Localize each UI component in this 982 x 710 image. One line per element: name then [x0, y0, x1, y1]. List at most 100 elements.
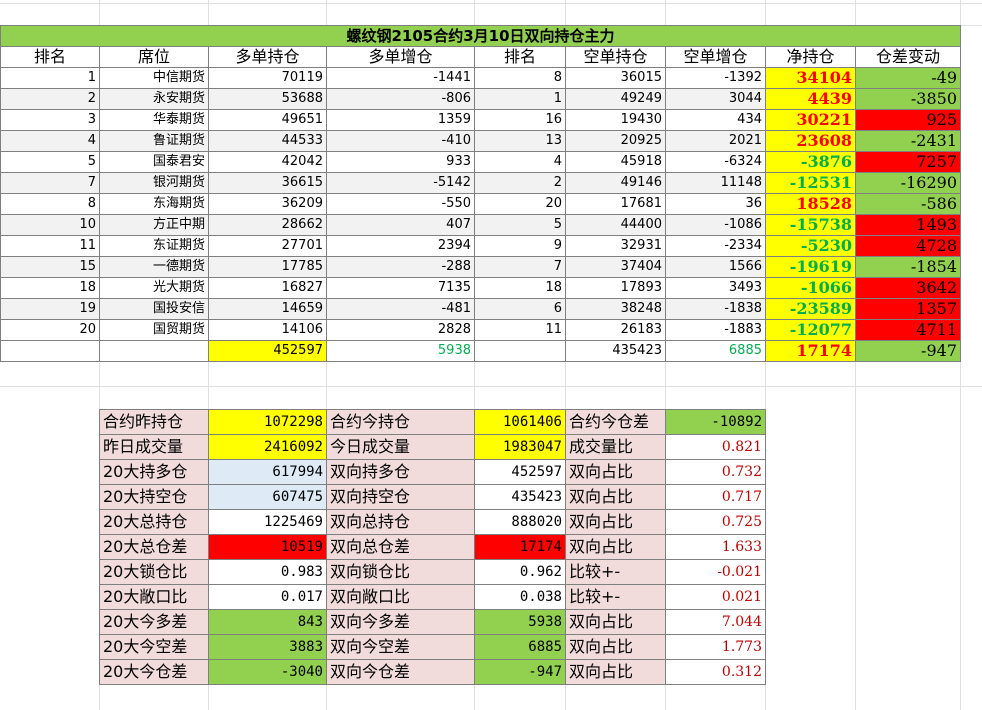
summary-label[interactable]: 双向敞口比: [326, 584, 475, 610]
broker-cell[interactable]: 方正中期: [99, 214, 209, 236]
short-rank-cell[interactable]: 4: [474, 151, 566, 173]
rank-cell[interactable]: 10: [0, 214, 100, 236]
summary-value[interactable]: 0.038: [474, 584, 566, 610]
short-cell[interactable]: 19430: [565, 109, 666, 131]
oi-change-cell[interactable]: -1854: [855, 256, 961, 278]
summary-label[interactable]: 双向今空差: [326, 634, 475, 660]
totals-long[interactable]: 452597: [208, 340, 327, 362]
short-cell[interactable]: 17893: [565, 277, 666, 299]
summary-value[interactable]: 5938: [474, 609, 566, 635]
rank-cell[interactable]: 7: [0, 172, 100, 194]
net-cell[interactable]: -3876: [765, 151, 856, 173]
net-cell[interactable]: -5230: [765, 235, 856, 257]
summary-value[interactable]: 0.821: [665, 434, 766, 460]
totals-empty-3[interactable]: [474, 340, 566, 362]
short-cell[interactable]: 49249: [565, 88, 666, 110]
short-cell[interactable]: 36015: [565, 67, 666, 89]
summary-label[interactable]: 合约今仓差: [565, 409, 666, 435]
summary-value[interactable]: 0.983: [208, 559, 327, 585]
oi-change-cell[interactable]: 925: [855, 109, 961, 131]
oi-change-cell[interactable]: 1493: [855, 214, 961, 236]
long-change-cell[interactable]: -481: [326, 298, 475, 320]
summary-label[interactable]: 20大今空差: [99, 634, 209, 660]
broker-cell[interactable]: 国投安信: [99, 298, 209, 320]
rank-cell[interactable]: 19: [0, 298, 100, 320]
long-cell[interactable]: 53688: [208, 88, 327, 110]
net-cell[interactable]: -19619: [765, 256, 856, 278]
summary-label[interactable]: 双向占比: [565, 459, 666, 485]
summary-label[interactable]: 双向占比: [565, 534, 666, 560]
long-change-cell[interactable]: -550: [326, 193, 475, 215]
header-long-change[interactable]: 多单增仓: [326, 46, 475, 68]
summary-value[interactable]: 0.017: [208, 584, 327, 610]
rank-cell[interactable]: 1: [0, 67, 100, 89]
summary-label[interactable]: 双向锁仓比: [326, 559, 475, 585]
long-change-cell[interactable]: 407: [326, 214, 475, 236]
header-short-change[interactable]: 空单增仓: [665, 46, 766, 68]
short-cell[interactable]: 49146: [565, 172, 666, 194]
header-net[interactable]: 净持仓: [765, 46, 856, 68]
short-cell[interactable]: 44400: [565, 214, 666, 236]
long-cell[interactable]: 70119: [208, 67, 327, 89]
oi-change-cell[interactable]: -2431: [855, 130, 961, 152]
net-cell[interactable]: 34104: [765, 67, 856, 89]
summary-value[interactable]: 617994: [208, 459, 327, 485]
summary-label[interactable]: 合约今持仓: [326, 409, 475, 435]
summary-value[interactable]: 2416092: [208, 434, 327, 460]
broker-cell[interactable]: 国泰君安: [99, 151, 209, 173]
summary-value[interactable]: 17174: [474, 534, 566, 560]
short-cell[interactable]: 38248: [565, 298, 666, 320]
totals-net[interactable]: 17174: [765, 340, 856, 362]
short-change-cell[interactable]: 1566: [665, 256, 766, 278]
short-cell[interactable]: 37404: [565, 256, 666, 278]
header-short[interactable]: 空单持仓: [565, 46, 666, 68]
short-rank-cell[interactable]: 11: [474, 319, 566, 341]
long-change-cell[interactable]: -1441: [326, 67, 475, 89]
summary-value[interactable]: 435423: [474, 484, 566, 510]
summary-label[interactable]: 双向总持仓: [326, 509, 475, 535]
long-cell[interactable]: 44533: [208, 130, 327, 152]
summary-value[interactable]: 0.717: [665, 484, 766, 510]
oi-change-cell[interactable]: 4711: [855, 319, 961, 341]
summary-label[interactable]: 20大持空仓: [99, 484, 209, 510]
short-rank-cell[interactable]: 20: [474, 193, 566, 215]
long-cell[interactable]: 28662: [208, 214, 327, 236]
broker-cell[interactable]: 一德期货: [99, 256, 209, 278]
summary-label[interactable]: 20大敞口比: [99, 584, 209, 610]
short-change-cell[interactable]: 2021: [665, 130, 766, 152]
net-cell[interactable]: -12531: [765, 172, 856, 194]
summary-label[interactable]: 比较+-: [565, 559, 666, 585]
summary-value[interactable]: 10519: [208, 534, 327, 560]
short-rank-cell[interactable]: 18: [474, 277, 566, 299]
broker-cell[interactable]: 永安期货: [99, 88, 209, 110]
summary-value[interactable]: 0.725: [665, 509, 766, 535]
summary-value[interactable]: 1.773: [665, 634, 766, 660]
net-cell[interactable]: -23589: [765, 298, 856, 320]
summary-label[interactable]: 合约昨持仓: [99, 409, 209, 435]
long-cell[interactable]: 14659: [208, 298, 327, 320]
summary-label[interactable]: 双向持多仓: [326, 459, 475, 485]
short-rank-cell[interactable]: 2: [474, 172, 566, 194]
short-change-cell[interactable]: 3044: [665, 88, 766, 110]
broker-cell[interactable]: 东海期货: [99, 193, 209, 215]
oi-change-cell[interactable]: -49: [855, 67, 961, 89]
broker-cell[interactable]: 华泰期货: [99, 109, 209, 131]
short-cell[interactable]: 20925: [565, 130, 666, 152]
summary-label[interactable]: 20大锁仓比: [99, 559, 209, 585]
summary-label[interactable]: 双向占比: [565, 634, 666, 660]
summary-value[interactable]: 3883: [208, 634, 327, 660]
long-cell[interactable]: 49651: [208, 109, 327, 131]
summary-value[interactable]: 1983047: [474, 434, 566, 460]
short-change-cell[interactable]: -1392: [665, 67, 766, 89]
short-cell[interactable]: 17681: [565, 193, 666, 215]
short-change-cell[interactable]: -1883: [665, 319, 766, 341]
net-cell[interactable]: 23608: [765, 130, 856, 152]
summary-label[interactable]: 双向占比: [565, 659, 666, 685]
long-cell[interactable]: 42042: [208, 151, 327, 173]
table-title[interactable]: 螺纹钢2105合约3月10日双向持仓主力: [0, 25, 961, 47]
summary-value[interactable]: -10892: [665, 409, 766, 435]
summary-label[interactable]: 双向持空仓: [326, 484, 475, 510]
long-change-cell[interactable]: -5142: [326, 172, 475, 194]
summary-value[interactable]: 1061406: [474, 409, 566, 435]
broker-cell[interactable]: 光大期货: [99, 277, 209, 299]
